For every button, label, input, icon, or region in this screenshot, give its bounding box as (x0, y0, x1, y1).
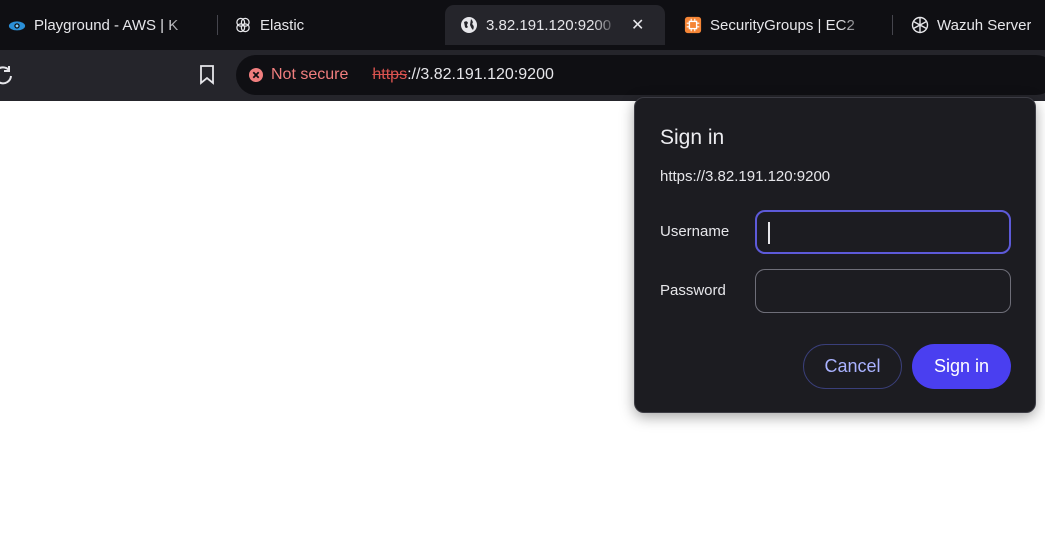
address-bar[interactable]: Not secure https://3.82.191.120:9200 (236, 55, 1045, 95)
openai-icon (911, 16, 929, 34)
tab-title: Playground - AWS | K (34, 16, 179, 34)
password-field[interactable] (755, 269, 1011, 313)
globe-icon (460, 16, 478, 34)
aws-ec2-icon (684, 16, 702, 34)
tab-separator (892, 15, 893, 35)
tab-security-groups[interactable]: SecurityGroups | EC2 (684, 5, 884, 45)
tab-title: Elastic (260, 16, 305, 34)
close-tab-icon[interactable]: ✕ (631, 15, 644, 35)
sign-in-button[interactable]: Sign in (912, 344, 1011, 389)
password-label: Password (660, 282, 726, 299)
tab-title: Wazuh Server (937, 16, 1032, 34)
sign-in-dialog: Sign in https://3.82.191.120:9200 Userna… (634, 97, 1036, 413)
tab-elastic[interactable]: Elastic (234, 5, 354, 45)
tab-wazuh[interactable]: Wazuh Server (911, 5, 1045, 45)
url-host: ://3.82.191.120:9200 (407, 66, 554, 83)
tab-separator (217, 15, 218, 35)
dialog-origin: https://3.82.191.120:9200 (660, 168, 831, 185)
dialog-title: Sign in (660, 126, 725, 149)
aws-playground-icon (8, 16, 26, 34)
tab-playground-aws[interactable]: Playground - AWS | K (8, 5, 213, 45)
username-label: Username (660, 223, 730, 240)
not-secure-label[interactable]: Not secure (271, 66, 348, 84)
tab-current-host[interactable]: 3.82.191.120:9200 ✕ (445, 5, 665, 45)
tab-strip: Playground - AWS | K Elastic 3.82.191.12… (0, 0, 1045, 50)
elastic-icon (234, 16, 252, 34)
tab-title: SecurityGroups | EC2 (710, 16, 855, 34)
not-secure-icon[interactable] (248, 67, 264, 83)
browser-toolbar: Not secure https://3.82.191.120:9200 (0, 50, 1045, 101)
url-text[interactable]: https://3.82.191.120:9200 (372, 66, 553, 84)
cancel-button[interactable]: Cancel (803, 344, 902, 389)
bookmark-icon[interactable] (197, 63, 217, 87)
url-scheme: https (372, 66, 408, 83)
tab-title: 3.82.191.120:9200 (486, 16, 612, 34)
username-field[interactable] (755, 210, 1011, 254)
reload-icon[interactable] (0, 64, 14, 86)
text-caret (768, 222, 770, 244)
